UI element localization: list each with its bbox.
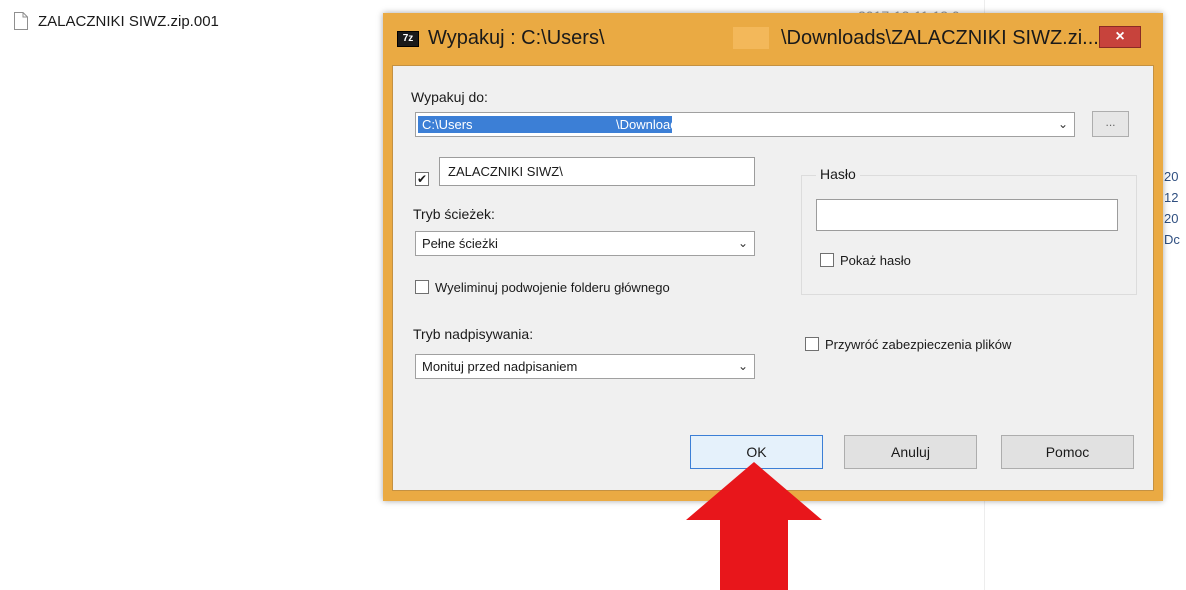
eliminate-duplication-label: Wyeliminuj podwojenie folderu głównego: [435, 280, 670, 295]
file-name: ZALACZNIKI SIWZ.zip.001: [38, 12, 219, 30]
extract-path-selection: C:\Users: [418, 116, 488, 133]
cancel-button[interactable]: Anuluj: [844, 435, 977, 469]
path-mode-select[interactable]: Pełne ścieżki ⌄: [415, 231, 755, 256]
show-password-label: Pokaż hasło: [840, 253, 911, 268]
restore-security-checkbox[interactable]: [805, 337, 819, 351]
overwrite-mode-label: Tryb nadpisywania:: [413, 326, 534, 342]
redacted-username: [733, 27, 769, 49]
restore-security-label: Przywróć zabezpieczenia plików: [825, 337, 1012, 352]
path-mode-value: Pełne ścieżki: [422, 236, 498, 251]
browse-button[interactable]: ...: [1092, 111, 1129, 137]
red-arrow-icon: [686, 462, 822, 590]
right-column-text: 12: [1164, 190, 1179, 205]
chevron-down-icon[interactable]: ⌄: [1058, 117, 1068, 131]
chevron-down-icon[interactable]: ⌄: [738, 359, 748, 373]
overwrite-mode-select[interactable]: Monituj przed nadpisaniem ⌄: [415, 354, 755, 379]
show-password-checkbox[interactable]: [820, 253, 834, 267]
dialog-titlebar[interactable]: 7z Wypakuj : C:\Users\ \Downloads\ZALACZ…: [383, 13, 1163, 65]
subfolder-checkbox[interactable]: ✔: [415, 172, 429, 186]
check-icon: ✔: [416, 172, 428, 186]
dialog-title: Wypakuj : C:\Users\: [428, 27, 605, 49]
password-group: Hasło Pokaż hasło: [801, 166, 1137, 295]
dialog-body: Wypakuj do: C:\Users \Downloads\ ⌄ ... ✔…: [392, 65, 1154, 491]
password-group-title: Hasło: [816, 166, 860, 182]
dialog-title-path: \Downloads\ZALACZNIKI SIWZ.zi...: [781, 27, 1099, 49]
file-icon: [14, 12, 28, 30]
path-mode-label: Tryb ścieżek:: [413, 206, 495, 222]
subfolder-input[interactable]: ZALACZNIKI SIWZ\: [439, 157, 755, 186]
overwrite-mode-value: Monituj przed nadpisaniem: [422, 359, 578, 374]
extract-to-combo[interactable]: C:\Users \Downloads\ ⌄: [415, 112, 1075, 137]
extract-to-label: Wypakuj do:: [411, 89, 488, 105]
password-input[interactable]: [816, 199, 1118, 231]
right-column-text: 20: [1164, 211, 1179, 226]
right-column-text: 20: [1164, 169, 1179, 184]
right-column-text: Dc: [1164, 232, 1180, 247]
background-right-column: 20 12 20 Dc: [1164, 166, 1180, 250]
file-list-item[interactable]: ZALACZNIKI SIWZ.zip.001: [14, 8, 219, 34]
7zip-app-icon: 7z: [397, 31, 419, 47]
help-button[interactable]: Pomoc: [1001, 435, 1134, 469]
chevron-down-icon[interactable]: ⌄: [738, 236, 748, 250]
eliminate-duplication-checkbox[interactable]: [415, 280, 429, 294]
extract-path-selection: \Downloads\: [480, 116, 688, 133]
subfolder-value: ZALACZNIKI SIWZ\: [448, 164, 563, 179]
extract-dialog: 7z Wypakuj : C:\Users\ \Downloads\ZALACZ…: [383, 13, 1163, 501]
close-button[interactable]: ×: [1099, 26, 1141, 48]
